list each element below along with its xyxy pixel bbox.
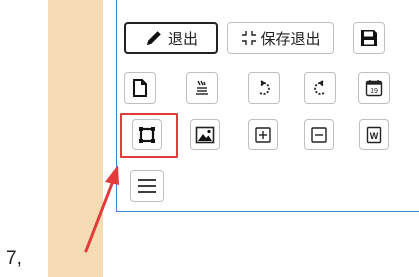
page: 7, 退出 保存退出 19 W (0, 0, 419, 277)
annotation-arrow (84, 165, 119, 253)
